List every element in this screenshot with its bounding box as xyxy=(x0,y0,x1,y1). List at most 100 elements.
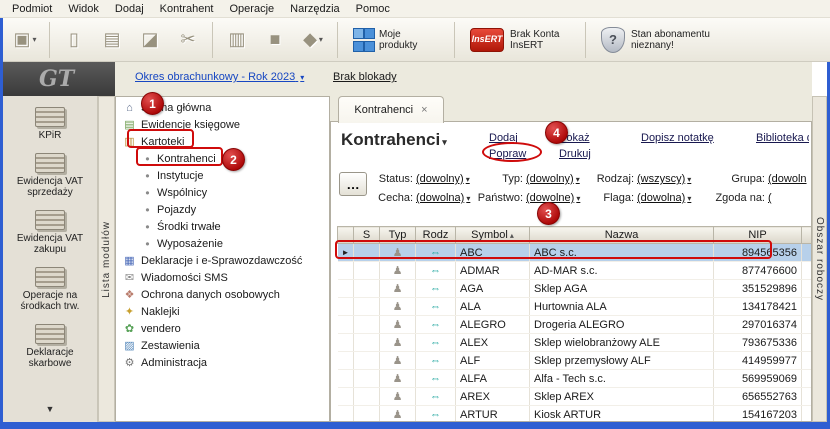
menu-widok[interactable]: Widok xyxy=(60,0,107,18)
filter-options-button[interactable]: … xyxy=(339,172,367,196)
tree-item-deklaracje[interactable]: ▦ Deklaracje i e-Sprawozdawczość xyxy=(116,252,329,269)
module-item-operacje-srodki-trwale[interactable]: Operacje na środkach trw. xyxy=(3,262,97,319)
toolbar-package-button[interactable]: ▥ xyxy=(218,23,256,57)
cell-s xyxy=(354,388,380,406)
module-item-ewidencja-vat-zakupu[interactable]: Ewidencja VAT zakupu xyxy=(3,205,97,262)
tree-item-zestawienia[interactable]: ▨ Zestawienia xyxy=(116,337,329,354)
sort-asc-icon: ▴ xyxy=(510,231,514,240)
module-scroll-down-button[interactable]: ▼ xyxy=(3,404,97,414)
accounting-period-link[interactable]: Okres obrachunkowy - Rok 2023 ▾ xyxy=(135,71,304,83)
filter-zgoda-value[interactable]: ( xyxy=(768,192,772,204)
tree-item-naklejki[interactable]: ✦ Naklejki xyxy=(116,303,329,320)
tree-item-srodki-trwale[interactable]: • Środki trwałe xyxy=(116,218,329,235)
toolbar-archive-button[interactable]: ◆ ▾ xyxy=(294,23,332,57)
lock-status-link[interactable]: Brak blokady xyxy=(333,71,397,83)
table-row[interactable]: ♟ ⇔ AGA Sklep AGA 351529896 xyxy=(338,280,813,298)
tree-item-kontrahenci[interactable]: • Kontrahenci xyxy=(116,150,329,167)
module-item-deklaracje-skarbowe[interactable]: Deklaracje skarbowe xyxy=(3,319,97,376)
stan-abonamentu-button[interactable]: ? Stan abonamentu nieznany! xyxy=(591,27,729,53)
brak-konta-button[interactable]: InsERT Brak Konta InsERT xyxy=(460,28,580,52)
filter-panstwo-value[interactable]: (dowolne)▾ xyxy=(526,192,580,204)
toolbar-separator xyxy=(454,22,455,58)
eraser-icon: ◪ xyxy=(141,29,158,50)
module-item-kpir[interactable]: KPiR xyxy=(3,102,97,148)
filter-cecha-value[interactable]: (dowolna)▾ xyxy=(416,192,470,204)
tree-item-kartoteki[interactable]: ▥ Kartoteki xyxy=(116,133,329,150)
cell-nip: 154167203 xyxy=(714,406,802,423)
toolbar-scissors-button[interactable]: ✂ xyxy=(169,23,207,57)
table-row[interactable]: ► ♟ ⇔ ABC ABC s.c. 894565356 xyxy=(338,244,813,262)
menu-podmiot[interactable]: Podmiot xyxy=(4,0,60,18)
cell-symbol: ALFA xyxy=(456,370,530,388)
toolbar-books-button[interactable]: ▤ xyxy=(93,23,131,57)
table-row[interactable]: ♟ ⇔ ADMAR AD-MAR s.c. 877476600 xyxy=(338,262,813,280)
page-title[interactable]: Kontrahenci▾ xyxy=(341,130,447,150)
module-item-ewidencja-vat-sprzedazy[interactable]: Ewidencja VAT sprzedaży xyxy=(3,148,97,205)
toolbar-eraser-button[interactable]: ◪ xyxy=(131,23,169,57)
table-row[interactable]: ♟ ⇔ ALA Hurtownia ALA 134178421 xyxy=(338,298,813,316)
cell-s xyxy=(354,262,380,280)
menu-operacje[interactable]: Operacje xyxy=(222,0,283,18)
column-symbol[interactable]: Symbol▴ xyxy=(456,227,530,244)
tree-item-wyposazenie[interactable]: • Wyposażenie xyxy=(116,235,329,252)
tree-item-strona-glowna[interactable]: ⌂ Strona główna xyxy=(116,99,329,116)
menu-dodaj[interactable]: Dodaj xyxy=(107,0,152,18)
workspace-strip[interactable]: Obszar roboczy xyxy=(812,96,827,422)
package-icon: ▥ xyxy=(228,29,245,50)
column-s[interactable]: S xyxy=(354,227,380,244)
drukuj-link[interactable]: Drukuj xyxy=(559,146,591,162)
tab-kontrahenci[interactable]: Kontrahenci × xyxy=(338,96,444,123)
cell-s xyxy=(354,316,380,334)
contractors-view: Kontrahenci▾ Dodaj Popraw Pokaż Drukuj D… xyxy=(330,121,812,422)
module-label: Deklaracje skarbowe xyxy=(5,347,95,369)
tree-item-administracja[interactable]: ⚙ Administracja xyxy=(116,354,329,371)
toolbar-card-button[interactable]: ▯ xyxy=(55,23,93,57)
tree-item-ewidencje-ksiegowe[interactable]: ▤ Ewidencje księgowe xyxy=(116,116,329,133)
column-rodz[interactable]: Rodz xyxy=(416,227,456,244)
cell-indicator xyxy=(338,352,354,370)
tree-item-wspolnicy[interactable]: • Wspólnicy xyxy=(116,184,329,201)
table-row[interactable]: ♟ ⇔ ALFA Alfa - Tech s.c. 569959069 xyxy=(338,370,813,388)
menu-kontrahent[interactable]: Kontrahent xyxy=(152,0,222,18)
filter-status-value[interactable]: (dowolny)▾ xyxy=(416,173,470,185)
filter-grupa-value[interactable]: (dowoln xyxy=(768,173,807,185)
menu-pomoc[interactable]: Pomoc xyxy=(348,0,398,18)
filter-typ-value[interactable]: (dowolny)▾ xyxy=(526,173,580,185)
column-nip[interactable]: NIP xyxy=(714,227,802,244)
contractor-icon: ♟ xyxy=(380,334,416,352)
dopisz-notatke-link[interactable]: Dopisz notatkę xyxy=(641,130,714,146)
table-row[interactable]: ♟ ⇔ ARTUR Kiosk ARTUR 154167203 xyxy=(338,406,813,423)
toolbar-fax-button[interactable]: ▣ ▾ xyxy=(6,23,44,57)
column-f[interactable]: F xyxy=(802,227,813,244)
moje-produkty-button[interactable]: Moje produkty xyxy=(343,28,449,52)
caret-down-icon: ▾ xyxy=(442,137,447,147)
filter-flaga-value[interactable]: (dowolna)▾ xyxy=(637,192,691,204)
transfer-icon: ⇔ xyxy=(416,298,456,316)
cell-indicator xyxy=(338,334,354,352)
cell-nazwa: Drogeria ALEGRO xyxy=(530,316,714,334)
tree-item-ochrona-danych[interactable]: ❖ Ochrona danych osobowych xyxy=(116,286,329,303)
module-list-strip[interactable]: Lista modułów xyxy=(98,96,115,422)
tree-item-wiadomosci-sms[interactable]: ✉ Wiadomości SMS xyxy=(116,269,329,286)
toolbar-cube-button[interactable]: ■ xyxy=(256,23,294,57)
column-typ[interactable]: Typ xyxy=(380,227,416,244)
tree-item-pojazdy[interactable]: • Pojazdy xyxy=(116,201,329,218)
table-row[interactable]: ♟ ⇔ ALEX Sklep wielobranżowy ALE 7936753… xyxy=(338,334,813,352)
table-row[interactable]: ♟ ⇔ AREX Sklep AREX 656552763 xyxy=(338,388,813,406)
dodaj-link[interactable]: Dodaj xyxy=(489,130,526,146)
pokaz-link[interactable]: Pokaż xyxy=(559,130,591,146)
cell-s xyxy=(354,298,380,316)
column-nazwa[interactable]: Nazwa xyxy=(530,227,714,244)
tree-item-instytucje[interactable]: • Instytucje xyxy=(116,167,329,184)
menu-narzedzia[interactable]: Narzędzia xyxy=(282,0,348,18)
biblioteka-link[interactable]: Biblioteka dok xyxy=(756,130,809,146)
column-indicator[interactable] xyxy=(338,227,354,244)
popraw-link[interactable]: Popraw xyxy=(489,146,526,162)
filter-label: Zgoda na: xyxy=(708,192,765,204)
filter-rodzaj-value[interactable]: (wszyscy)▾ xyxy=(637,173,691,185)
close-icon[interactable]: × xyxy=(421,104,427,116)
table-row[interactable]: ♟ ⇔ ALF Sklep przemysłowy ALF 414959977 xyxy=(338,352,813,370)
table-row[interactable]: ♟ ⇔ ALEGRO Drogeria ALEGRO 297016374 xyxy=(338,316,813,334)
tree-item-vendero[interactable]: ✿ vendero xyxy=(116,320,329,337)
page-title-label: Kontrahenci xyxy=(341,130,440,149)
